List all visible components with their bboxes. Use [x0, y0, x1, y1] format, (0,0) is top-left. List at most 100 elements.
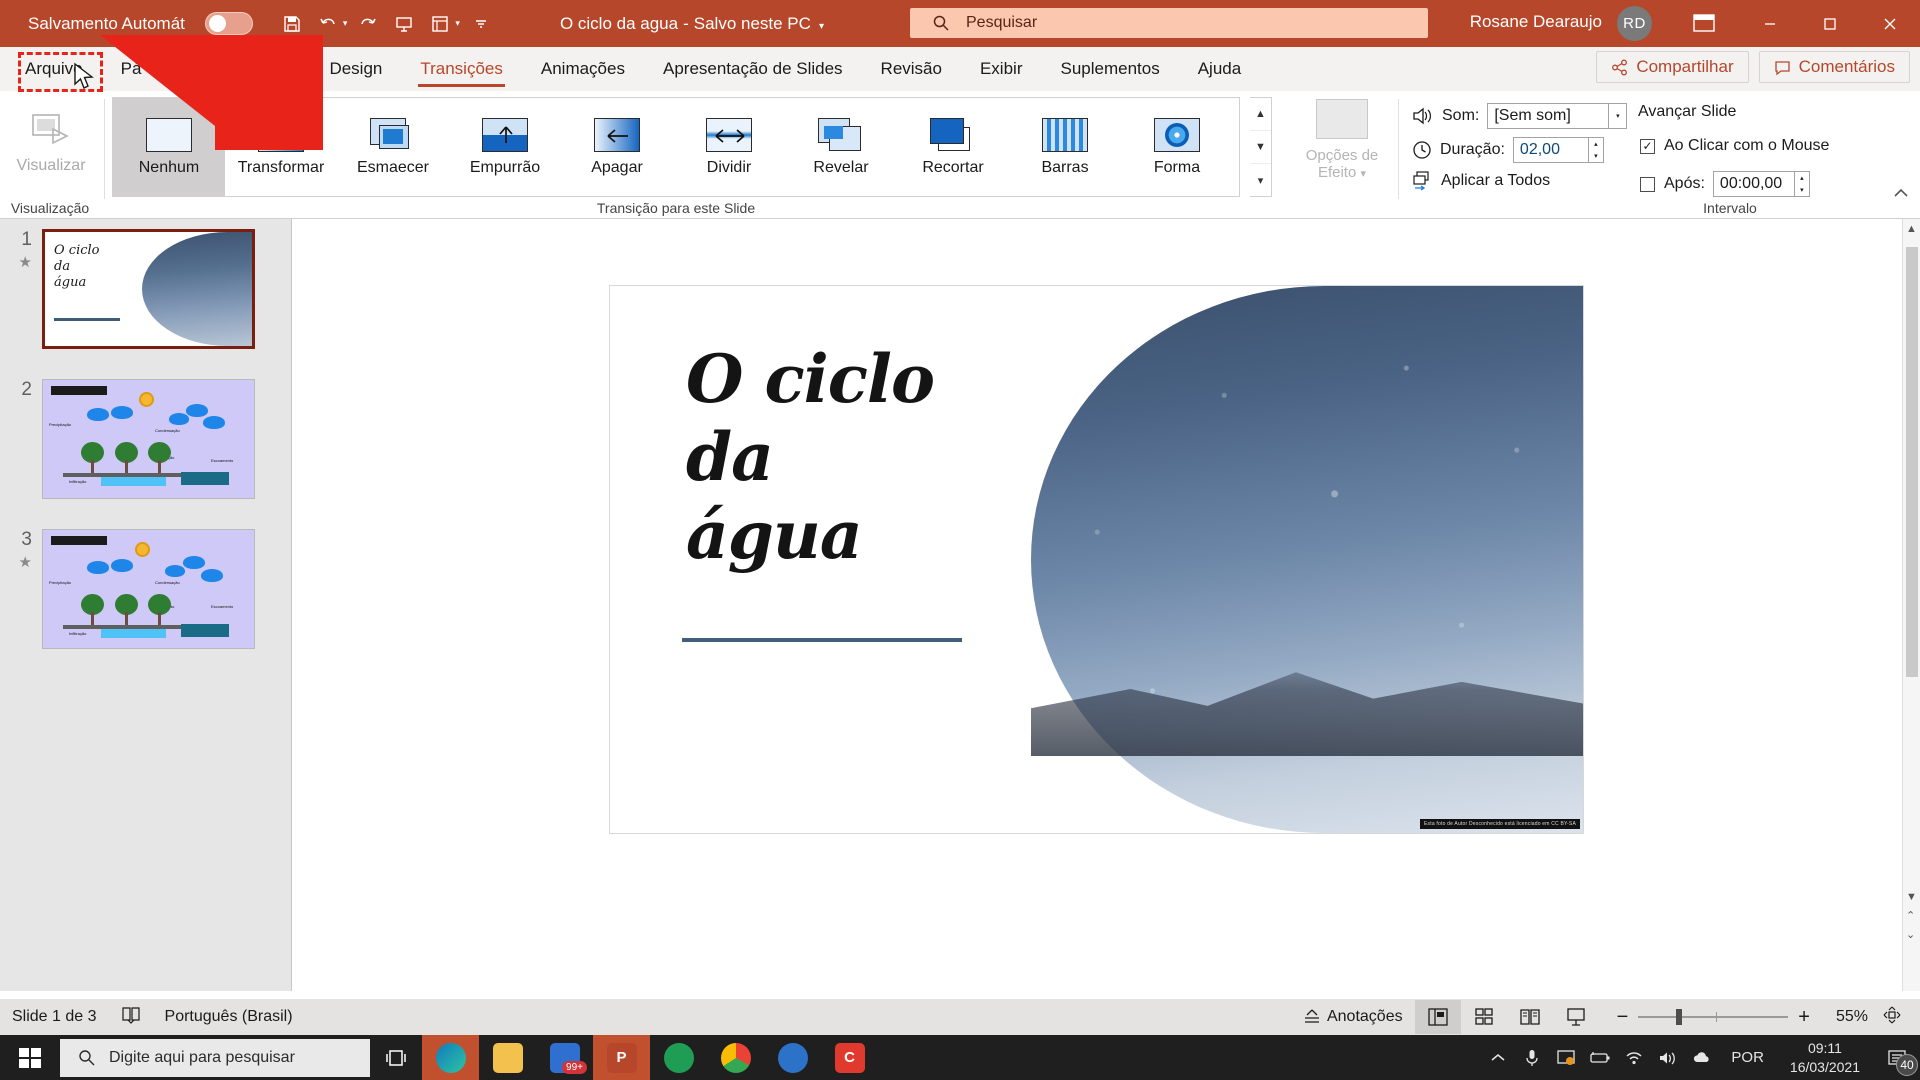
- thumbnail-slide-1[interactable]: 1 ★ O ciclo da água: [8, 229, 255, 349]
- transition-item-dividir[interactable]: Dividir: [673, 98, 785, 196]
- apply-to-all-button[interactable]: Aplicar a Todos: [1412, 171, 1550, 191]
- thumbnail-slide-2[interactable]: 2 Precipitação Condensação Evaporação Es…: [8, 379, 255, 499]
- zoom-level-label[interactable]: 55%: [1828, 1008, 1876, 1026]
- undo-dropdown-icon[interactable]: ▾: [343, 18, 348, 29]
- collapse-ribbon-icon[interactable]: [1892, 187, 1910, 204]
- view-reading-button[interactable]: [1507, 1000, 1553, 1034]
- customize-qat-icon[interactable]: [464, 7, 498, 41]
- taskbar-app-camtasia[interactable]: C: [821, 1035, 878, 1080]
- redo-icon[interactable]: [351, 7, 385, 41]
- taskbar-app-browser[interactable]: [764, 1035, 821, 1080]
- slide-title-textbox[interactable]: O ciclo da água: [686, 340, 935, 575]
- action-center-button[interactable]: 40: [1874, 1035, 1920, 1080]
- next-slide-icon[interactable]: ⌄: [1906, 928, 1917, 941]
- duration-stepper[interactable]: ▴ ▾: [1588, 137, 1604, 163]
- start-presentation-icon[interactable]: [387, 7, 421, 41]
- taskbar-app-powerpoint[interactable]: P: [593, 1035, 650, 1080]
- language-indicator[interactable]: POR: [1719, 1049, 1776, 1066]
- volume-icon[interactable]: [1651, 1035, 1685, 1080]
- user-name[interactable]: Rosane Dearaujo: [1470, 12, 1602, 32]
- after-input[interactable]: 00:00,00: [1712, 171, 1795, 197]
- chevron-down-icon[interactable]: ▾: [1360, 168, 1366, 180]
- microphone-icon[interactable]: [1515, 1035, 1549, 1080]
- onedrive-sync-icon[interactable]: [1549, 1035, 1583, 1080]
- avatar[interactable]: RD: [1617, 6, 1652, 41]
- thumbnail-slide-3[interactable]: 3 ★ Precipitação Condensação Evaporação …: [8, 529, 255, 649]
- view-slide-sorter-button[interactable]: [1461, 1000, 1507, 1034]
- effect-options-button[interactable]: Opções de Efeito ▾: [1296, 99, 1388, 195]
- ribbon-display-options-icon[interactable]: [1684, 9, 1724, 37]
- after-stepper[interactable]: ▴ ▾: [1794, 171, 1810, 197]
- taskbar-app-chrome[interactable]: [707, 1035, 764, 1080]
- start-button[interactable]: [0, 1035, 60, 1080]
- tab-revisao[interactable]: Revisão: [862, 47, 961, 91]
- language-label[interactable]: Português (Brasil): [165, 1008, 293, 1026]
- previous-slide-icon[interactable]: ⌃: [1906, 909, 1917, 922]
- zoom-knob[interactable]: [1676, 1009, 1683, 1025]
- transition-item-forma[interactable]: Forma: [1121, 98, 1233, 196]
- wifi-icon[interactable]: [1617, 1035, 1651, 1080]
- zoom-slider[interactable]: − +: [1607, 1006, 1820, 1029]
- gallery-scroll-up-icon[interactable]: ▲: [1250, 98, 1271, 131]
- taskbar-app-file-explorer[interactable]: [479, 1035, 536, 1080]
- clock[interactable]: 09:11 16/03/2021: [1776, 1039, 1874, 1077]
- onedrive-cloud-icon[interactable]: [1685, 1035, 1719, 1080]
- notes-button[interactable]: Anotações: [1291, 1008, 1415, 1026]
- canvas-vertical-scrollbar[interactable]: ▲ ▼ ⌃ ⌄: [1902, 219, 1920, 991]
- transition-item-esmaecer[interactable]: Esmaecer: [337, 98, 449, 196]
- zoom-out-button[interactable]: −: [1607, 1006, 1639, 1029]
- transition-item-empurrao[interactable]: Empurrão: [449, 98, 561, 196]
- transition-item-apagar[interactable]: Apagar: [561, 98, 673, 196]
- taskbar-app-whatsapp[interactable]: [650, 1035, 707, 1080]
- gallery-scroll-down-icon[interactable]: ▼: [1250, 131, 1271, 164]
- preview-button[interactable]: Visualizar: [10, 97, 92, 189]
- sound-dropdown-icon[interactable]: ▾: [1609, 103, 1628, 129]
- view-normal-button[interactable]: [1414, 1000, 1461, 1034]
- checkbox-unchecked-icon[interactable]: [1640, 176, 1655, 192]
- slide-thumbnail-pane[interactable]: 1 ★ O ciclo da água 2 Precipitação Conde…: [0, 219, 292, 991]
- slide-photo[interactable]: [1031, 286, 1583, 833]
- taskbar-app-mail[interactable]: 99+: [536, 1035, 593, 1080]
- close-button[interactable]: [1860, 0, 1920, 47]
- search-input[interactable]: Pesquisar: [910, 8, 1428, 38]
- accessibility-icon[interactable]: [121, 1006, 141, 1029]
- gallery-scroll-buttons[interactable]: ▲ ▼ ▾: [1250, 97, 1272, 197]
- minimize-button[interactable]: [1740, 0, 1800, 47]
- on-mouse-click-checkbox[interactable]: ✓ Ao Clicar com o Mouse: [1640, 137, 1829, 155]
- tab-exibir[interactable]: Exibir: [961, 47, 1042, 91]
- tab-suplementos[interactable]: Suplementos: [1041, 47, 1178, 91]
- tab-transicoes[interactable]: Transições: [401, 47, 522, 91]
- clock-icon: [1413, 141, 1431, 159]
- scroll-up-icon[interactable]: ▲: [1906, 223, 1917, 235]
- transition-item-recortar[interactable]: Recortar: [897, 98, 1009, 196]
- duration-input[interactable]: 02,00: [1512, 137, 1589, 163]
- transition-item-revelar[interactable]: Revelar: [785, 98, 897, 196]
- battery-icon[interactable]: [1583, 1035, 1617, 1080]
- taskbar-app-edge[interactable]: [422, 1035, 479, 1080]
- tab-apresentacao-de-slides[interactable]: Apresentação de Slides: [644, 47, 862, 91]
- tab-animacoes[interactable]: Animações: [522, 47, 644, 91]
- after-checkbox-row[interactable]: Após: 00:00,00 ▴ ▾: [1640, 171, 1810, 197]
- thumb1-rule: [54, 318, 120, 321]
- new-slide-icon[interactable]: [423, 7, 457, 41]
- view-slideshow-button[interactable]: [1553, 1000, 1599, 1034]
- sound-select[interactable]: [Sem som]: [1487, 103, 1610, 129]
- zoom-track[interactable]: [1638, 1009, 1789, 1025]
- task-view-button[interactable]: [370, 1035, 422, 1080]
- transition-item-barras[interactable]: Barras: [1009, 98, 1121, 196]
- new-slide-dropdown-icon[interactable]: ▾: [455, 18, 460, 29]
- maximize-button[interactable]: [1800, 0, 1860, 47]
- gallery-more-icon[interactable]: ▾: [1250, 164, 1271, 196]
- zoom-in-button[interactable]: +: [1788, 1006, 1820, 1029]
- title-dropdown-icon[interactable]: ▾: [819, 21, 824, 32]
- current-slide[interactable]: O ciclo da água Esta foto de Autor Desco…: [609, 285, 1584, 834]
- comments-button[interactable]: Comentários: [1758, 51, 1910, 83]
- scroll-thumb[interactable]: [1906, 247, 1918, 677]
- show-hidden-icons-icon[interactable]: [1481, 1035, 1515, 1080]
- tab-ajuda[interactable]: Ajuda: [1179, 47, 1260, 91]
- fit-slide-icon[interactable]: [1876, 1005, 1914, 1030]
- share-button[interactable]: Compartilhar: [1596, 51, 1749, 83]
- slide-count-label[interactable]: Slide 1 de 3: [12, 1008, 97, 1026]
- scroll-down-icon[interactable]: ▼: [1906, 891, 1917, 903]
- taskbar-search-input[interactable]: Digite aqui para pesquisar: [60, 1038, 370, 1077]
